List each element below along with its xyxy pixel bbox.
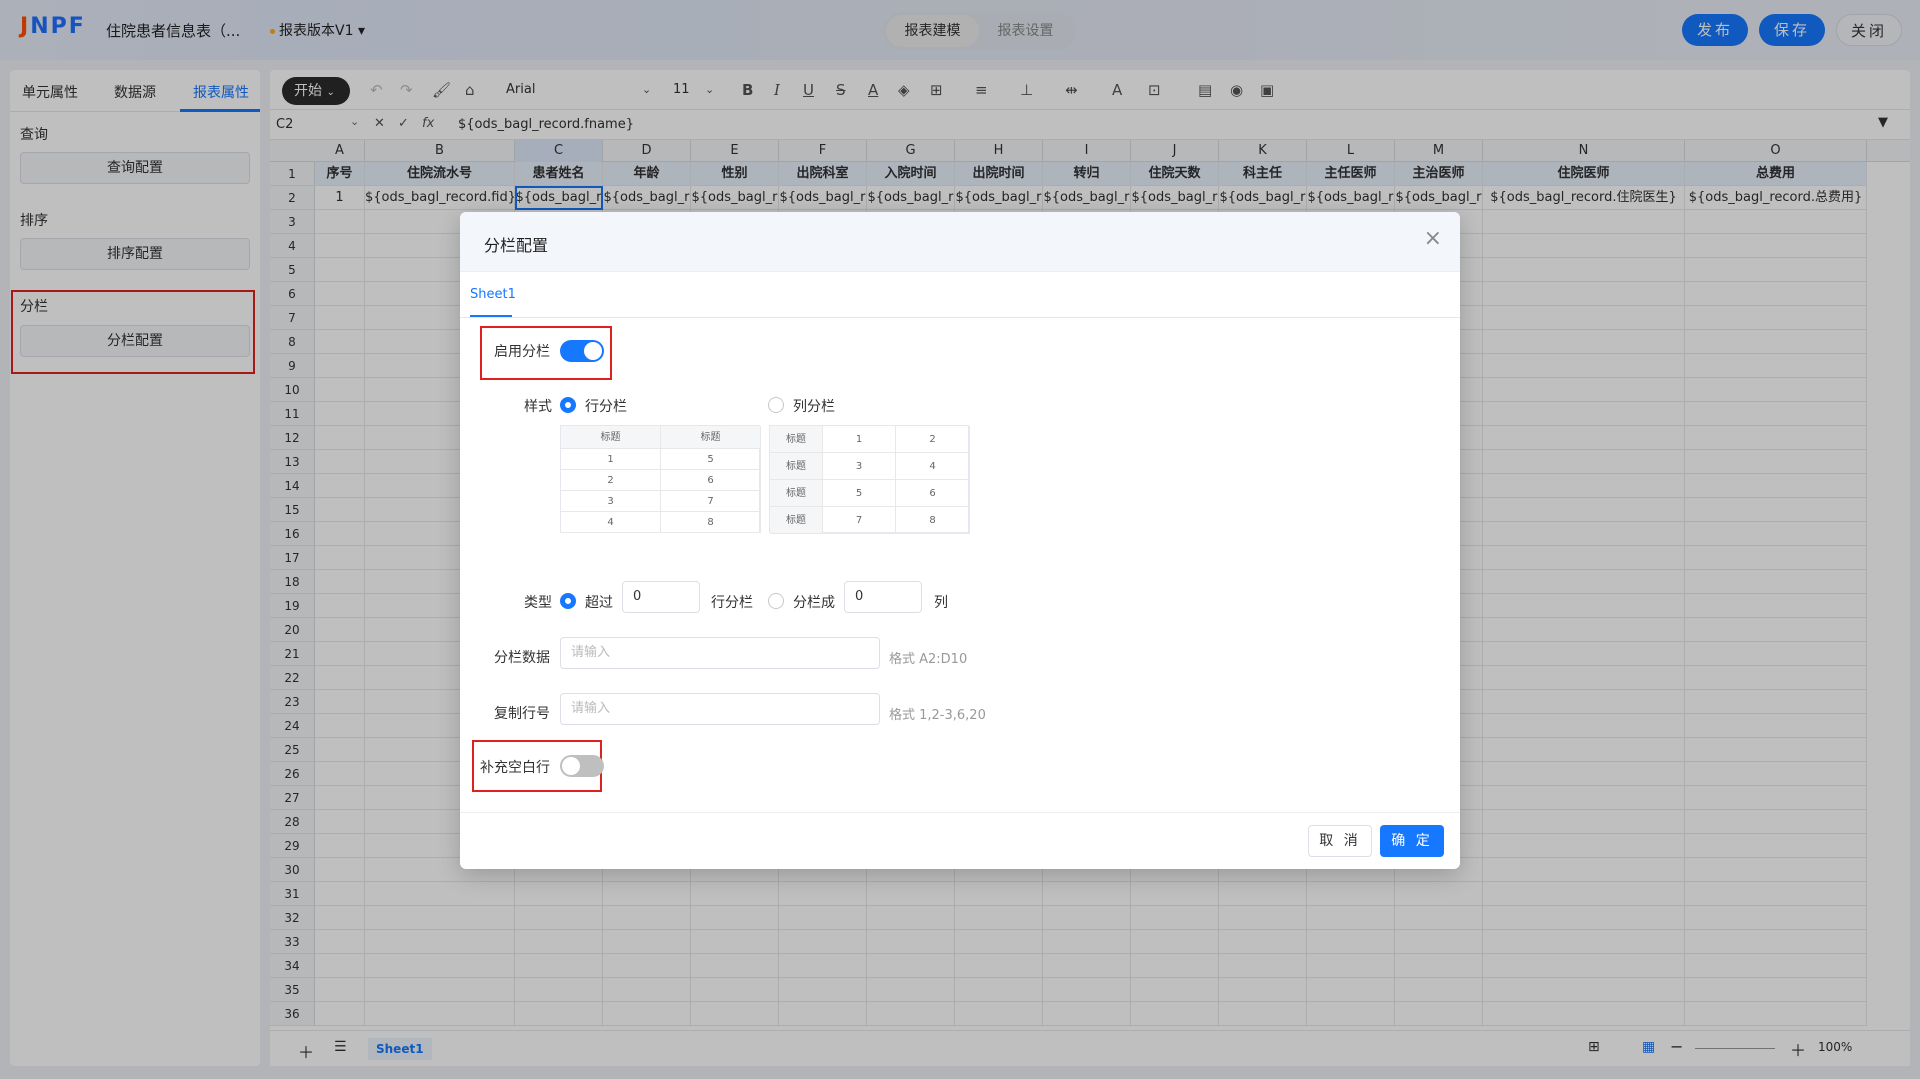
row-column-radio[interactable] (560, 397, 576, 413)
column-data-label: 分栏数据 (494, 650, 550, 666)
preview-cell: 2 (896, 426, 970, 453)
preview-header: 标题 (561, 426, 661, 449)
column-data-input[interactable]: 请输入 (560, 637, 880, 669)
copy-rows-hint: 格式 1,2-3,6,20 (889, 708, 986, 723)
preview-cell: 3 (823, 453, 896, 480)
preview-header: 标题 (770, 453, 823, 480)
copy-rows-input[interactable]: 请输入 (560, 693, 880, 725)
preview-cell: 8 (896, 507, 970, 534)
split-columns-input[interactable]: 0 (844, 581, 922, 613)
split-into-option[interactable]: 分栏成 (793, 592, 835, 612)
preview-cell: 4 (561, 512, 661, 533)
over-option[interactable]: 超过 (585, 592, 613, 612)
fill-blank-rows-switch[interactable] (560, 755, 604, 777)
over-rows-input[interactable]: 0 (622, 581, 700, 613)
preview-cell: 5 (661, 449, 761, 470)
preview-header: 标题 (770, 480, 823, 507)
preview-cell: 4 (896, 453, 970, 480)
preview-header: 标题 (661, 426, 761, 449)
preview-cell: 2 (561, 470, 661, 491)
copy-rows-label: 复制行号 (494, 706, 550, 722)
split-into-radio[interactable] (768, 593, 784, 609)
preview-header: 标题 (770, 426, 823, 453)
col-column-option[interactable]: 列分栏 (793, 396, 835, 416)
enable-column-label: 启用分栏 (494, 344, 550, 360)
close-icon[interactable]: × (1424, 226, 1442, 251)
type-label: 类型 (524, 595, 552, 611)
preview-cell: 6 (896, 480, 970, 507)
preview-cell: 7 (823, 507, 896, 534)
col-column-preview: 标题 1 2 标题 3 4 标题 5 6 标题 7 8 (769, 425, 970, 534)
tab-divider (460, 317, 1460, 318)
col-column-radio[interactable] (768, 397, 784, 413)
cancel-button[interactable]: 取 消 (1308, 825, 1372, 857)
preview-cell: 7 (661, 491, 761, 512)
preview-cell: 6 (661, 470, 761, 491)
column-data-hint: 格式 A2:D10 (889, 652, 968, 667)
dialog-title: 分栏配置 (484, 236, 549, 255)
preview-cell: 1 (823, 426, 896, 453)
row-column-option[interactable]: 行分栏 (585, 396, 627, 416)
dialog-footer: 取 消 确 定 (460, 812, 1460, 869)
row-column-preview: 标题 标题 1 5 2 6 3 7 4 8 (560, 425, 761, 533)
preview-cell: 8 (661, 512, 761, 533)
preview-cell: 3 (561, 491, 661, 512)
style-label: 样式 (524, 399, 552, 415)
preview-cell: 1 (561, 449, 661, 470)
preview-cell: 5 (823, 480, 896, 507)
columns-suffix: 列 (934, 595, 948, 611)
confirm-button[interactable]: 确 定 (1380, 825, 1444, 857)
dialog-header: 分栏配置 × (460, 212, 1460, 272)
row-column-suffix: 行分栏 (711, 595, 753, 611)
tab-sheet1[interactable]: Sheet1 (470, 287, 516, 302)
over-radio[interactable] (560, 593, 576, 609)
column-config-dialog: 分栏配置 × Sheet1 启用分栏 样式 行分栏 列分栏 标题 标题 1 5 … (460, 212, 1460, 869)
preview-header: 标题 (770, 507, 823, 534)
enable-column-switch[interactable] (560, 340, 604, 362)
fill-blank-rows-label: 补充空白行 (480, 760, 550, 776)
